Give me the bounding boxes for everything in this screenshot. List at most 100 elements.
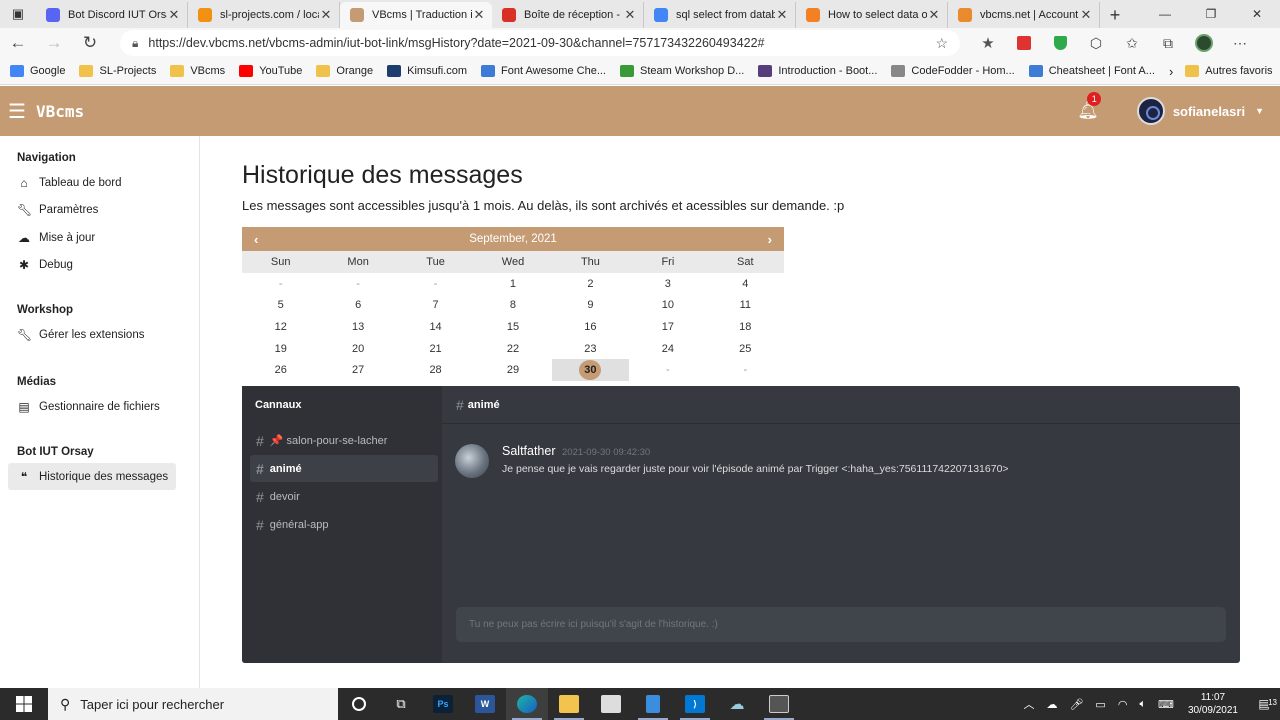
channel-item[interactable]: # 📌 salon-pour-se-lacher: [250, 427, 438, 454]
forward-button[interactable]: →: [36, 33, 72, 53]
calendar-day[interactable]: 6: [319, 295, 396, 317]
calendar-day[interactable]: 4: [707, 273, 784, 295]
close-tab-icon[interactable]: ✕: [623, 7, 637, 23]
sidebar-item[interactable]: ☁ Mise à jour: [8, 224, 176, 251]
reload-button[interactable]: ↻: [72, 33, 108, 53]
calendar-day[interactable]: 19: [242, 338, 319, 360]
calendar-day[interactable]: 13: [319, 316, 396, 338]
calendar-day[interactable]: 21: [397, 338, 474, 360]
bookmark-item[interactable]: VBcms: [170, 65, 225, 77]
word-icon[interactable]: W: [464, 688, 506, 720]
battery-icon[interactable]: ▭: [1095, 698, 1105, 711]
bookmark-item[interactable]: Kimsufi.com: [387, 65, 467, 77]
extension-icon[interactable]: [1006, 36, 1042, 50]
close-tab-icon[interactable]: ✕: [167, 7, 181, 23]
new-tab-button[interactable]: +: [1100, 2, 1130, 28]
store-icon[interactable]: [590, 688, 632, 720]
taskbar-clock[interactable]: 11:07 30/09/2021: [1188, 691, 1238, 717]
edge-icon[interactable]: [506, 688, 548, 720]
sidebar-item[interactable]: ⌂ Tableau de bord: [8, 169, 176, 196]
sidebar-item[interactable]: ✱ Debug: [8, 252, 176, 279]
sidebar-item[interactable]: ❝ Historique des messages: [8, 463, 176, 490]
calendar-day[interactable]: 28: [397, 359, 474, 381]
onedrive-app-icon[interactable]: ☁: [716, 688, 758, 720]
channel-item[interactable]: # général-app: [250, 512, 438, 539]
calendar-day[interactable]: 20: [319, 338, 396, 360]
settings-menu-icon[interactable]: ⋯: [1222, 35, 1258, 52]
message-input-disabled[interactable]: Tu ne peux pas écrire ici puisqu'il s'ag…: [456, 607, 1226, 642]
calendar-next-button[interactable]: ›: [768, 232, 772, 247]
bookmark-item[interactable]: Google: [10, 65, 65, 77]
shield-extension-icon[interactable]: [1042, 36, 1078, 50]
calendar-day[interactable]: 11: [707, 295, 784, 317]
sidebar-item[interactable]: ▤ Gestionnaire de fichiers: [8, 393, 176, 420]
message-author[interactable]: Saltfather: [502, 444, 556, 458]
start-button[interactable]: [0, 688, 48, 720]
close-window-button[interactable]: ✕: [1234, 0, 1280, 28]
phone-icon[interactable]: [632, 688, 674, 720]
image-viewer-icon[interactable]: [758, 688, 800, 720]
browser-tab[interactable]: sl-projects.com / localhost✕: [188, 2, 340, 28]
profile-icon[interactable]: [1186, 34, 1222, 52]
onedrive-tray-icon[interactable]: ☁: [1046, 698, 1057, 711]
calendar-day[interactable]: 14: [397, 316, 474, 338]
notifications-bell-icon[interactable]: 🔔︎ 1: [1077, 92, 1102, 121]
browser-tab[interactable]: sql select from datab ✕: [644, 2, 796, 28]
calendar-day-selected[interactable]: 30: [551, 359, 630, 381]
more-bookmarks-chevron-icon[interactable]: ›: [1169, 64, 1173, 79]
address-bar[interactable]: 🔒︎ https://dev.vbcms.net/vbcms-admin/iut…: [120, 30, 960, 56]
hamburger-menu-icon[interactable]: ☰: [8, 99, 26, 124]
calendar-day[interactable]: 16: [552, 316, 629, 338]
user-menu-caret-icon[interactable]: ▼: [1255, 106, 1264, 116]
calendar-prev-button[interactable]: ‹: [254, 232, 258, 247]
app-brand[interactable]: VBcms: [36, 102, 84, 121]
wifi-icon[interactable]: ◠: [1118, 698, 1128, 711]
add-favorite-icon[interactable]: ☆: [935, 35, 948, 52]
microphone-icon[interactable]: 🎤︎: [1069, 698, 1083, 711]
sidebar-item[interactable]: 🔧︎ Paramètres: [8, 197, 176, 224]
minimize-button[interactable]: —: [1142, 0, 1188, 28]
browser-tab[interactable]: VBcms | Traduction in ✕: [340, 2, 492, 28]
sidebar-item[interactable]: 🔧︎ Gérer les extensions: [8, 321, 176, 348]
calendar-day[interactable]: 29: [474, 359, 551, 381]
browser-tab[interactable]: How to select data of ✕: [796, 2, 948, 28]
calendar-day[interactable]: 9: [552, 295, 629, 317]
browser-tab[interactable]: Boîte de réception - a ✕: [492, 2, 644, 28]
browser-tab[interactable]: Bot Discord IUT Orsay ✕: [36, 2, 188, 28]
calendar-day[interactable]: 25: [707, 338, 784, 360]
bookmark-item[interactable]: Introduction - Boot...: [758, 65, 877, 77]
bookmark-other-favorites[interactable]: Autres favoris: [1185, 65, 1273, 77]
bookmark-item[interactable]: CodeFodder - Hom...: [891, 65, 1015, 77]
calendar-day[interactable]: 23: [552, 338, 629, 360]
bookmark-item[interactable]: YouTube: [239, 65, 302, 77]
calendar-day[interactable]: 26: [242, 359, 319, 381]
back-button[interactable]: ←: [0, 33, 36, 53]
lock-icon[interactable]: 🔒︎: [132, 36, 138, 51]
calendar-day[interactable]: 27: [319, 359, 396, 381]
cortana-icon[interactable]: [338, 688, 380, 720]
browser-tab[interactable]: vbcms.net | Account ✕: [948, 2, 1100, 28]
calendar-day[interactable]: 1: [474, 273, 551, 295]
close-tab-icon[interactable]: ✕: [775, 7, 789, 23]
favorites-icon[interactable]: ✩: [1114, 35, 1150, 52]
action-center-icon[interactable]: ▤ 13: [1248, 697, 1280, 711]
extensions-puzzle-icon[interactable]: ⬡: [1078, 35, 1114, 52]
calendar-day[interactable]: 15: [474, 316, 551, 338]
show-hidden-icons-chevron-icon[interactable]: ︿: [1023, 696, 1034, 712]
calendar-day[interactable]: 10: [629, 295, 706, 317]
task-view-icon[interactable]: ⧉: [380, 688, 422, 720]
calendar-day[interactable]: 12: [242, 316, 319, 338]
user-avatar[interactable]: [1136, 97, 1165, 125]
calendar-day[interactable]: 7: [397, 295, 474, 317]
maximize-button[interactable]: ❐: [1188, 0, 1234, 28]
volume-icon[interactable]: 🔈︎: [1139, 698, 1146, 711]
close-tab-icon[interactable]: ✕: [472, 7, 486, 23]
channel-item[interactable]: # animé: [250, 455, 438, 483]
bookmark-item[interactable]: Font Awesome Che...: [481, 65, 606, 77]
calendar-day[interactable]: 2: [552, 273, 629, 295]
favorites-star-icon[interactable]: ★: [970, 34, 1006, 52]
bookmark-item[interactable]: Cheatsheet | Font A...: [1028, 65, 1155, 77]
collections-icon[interactable]: ⧉: [1150, 35, 1186, 52]
calendar-day[interactable]: 8: [474, 295, 551, 317]
tab-actions-icon[interactable]: ▣: [0, 0, 36, 28]
